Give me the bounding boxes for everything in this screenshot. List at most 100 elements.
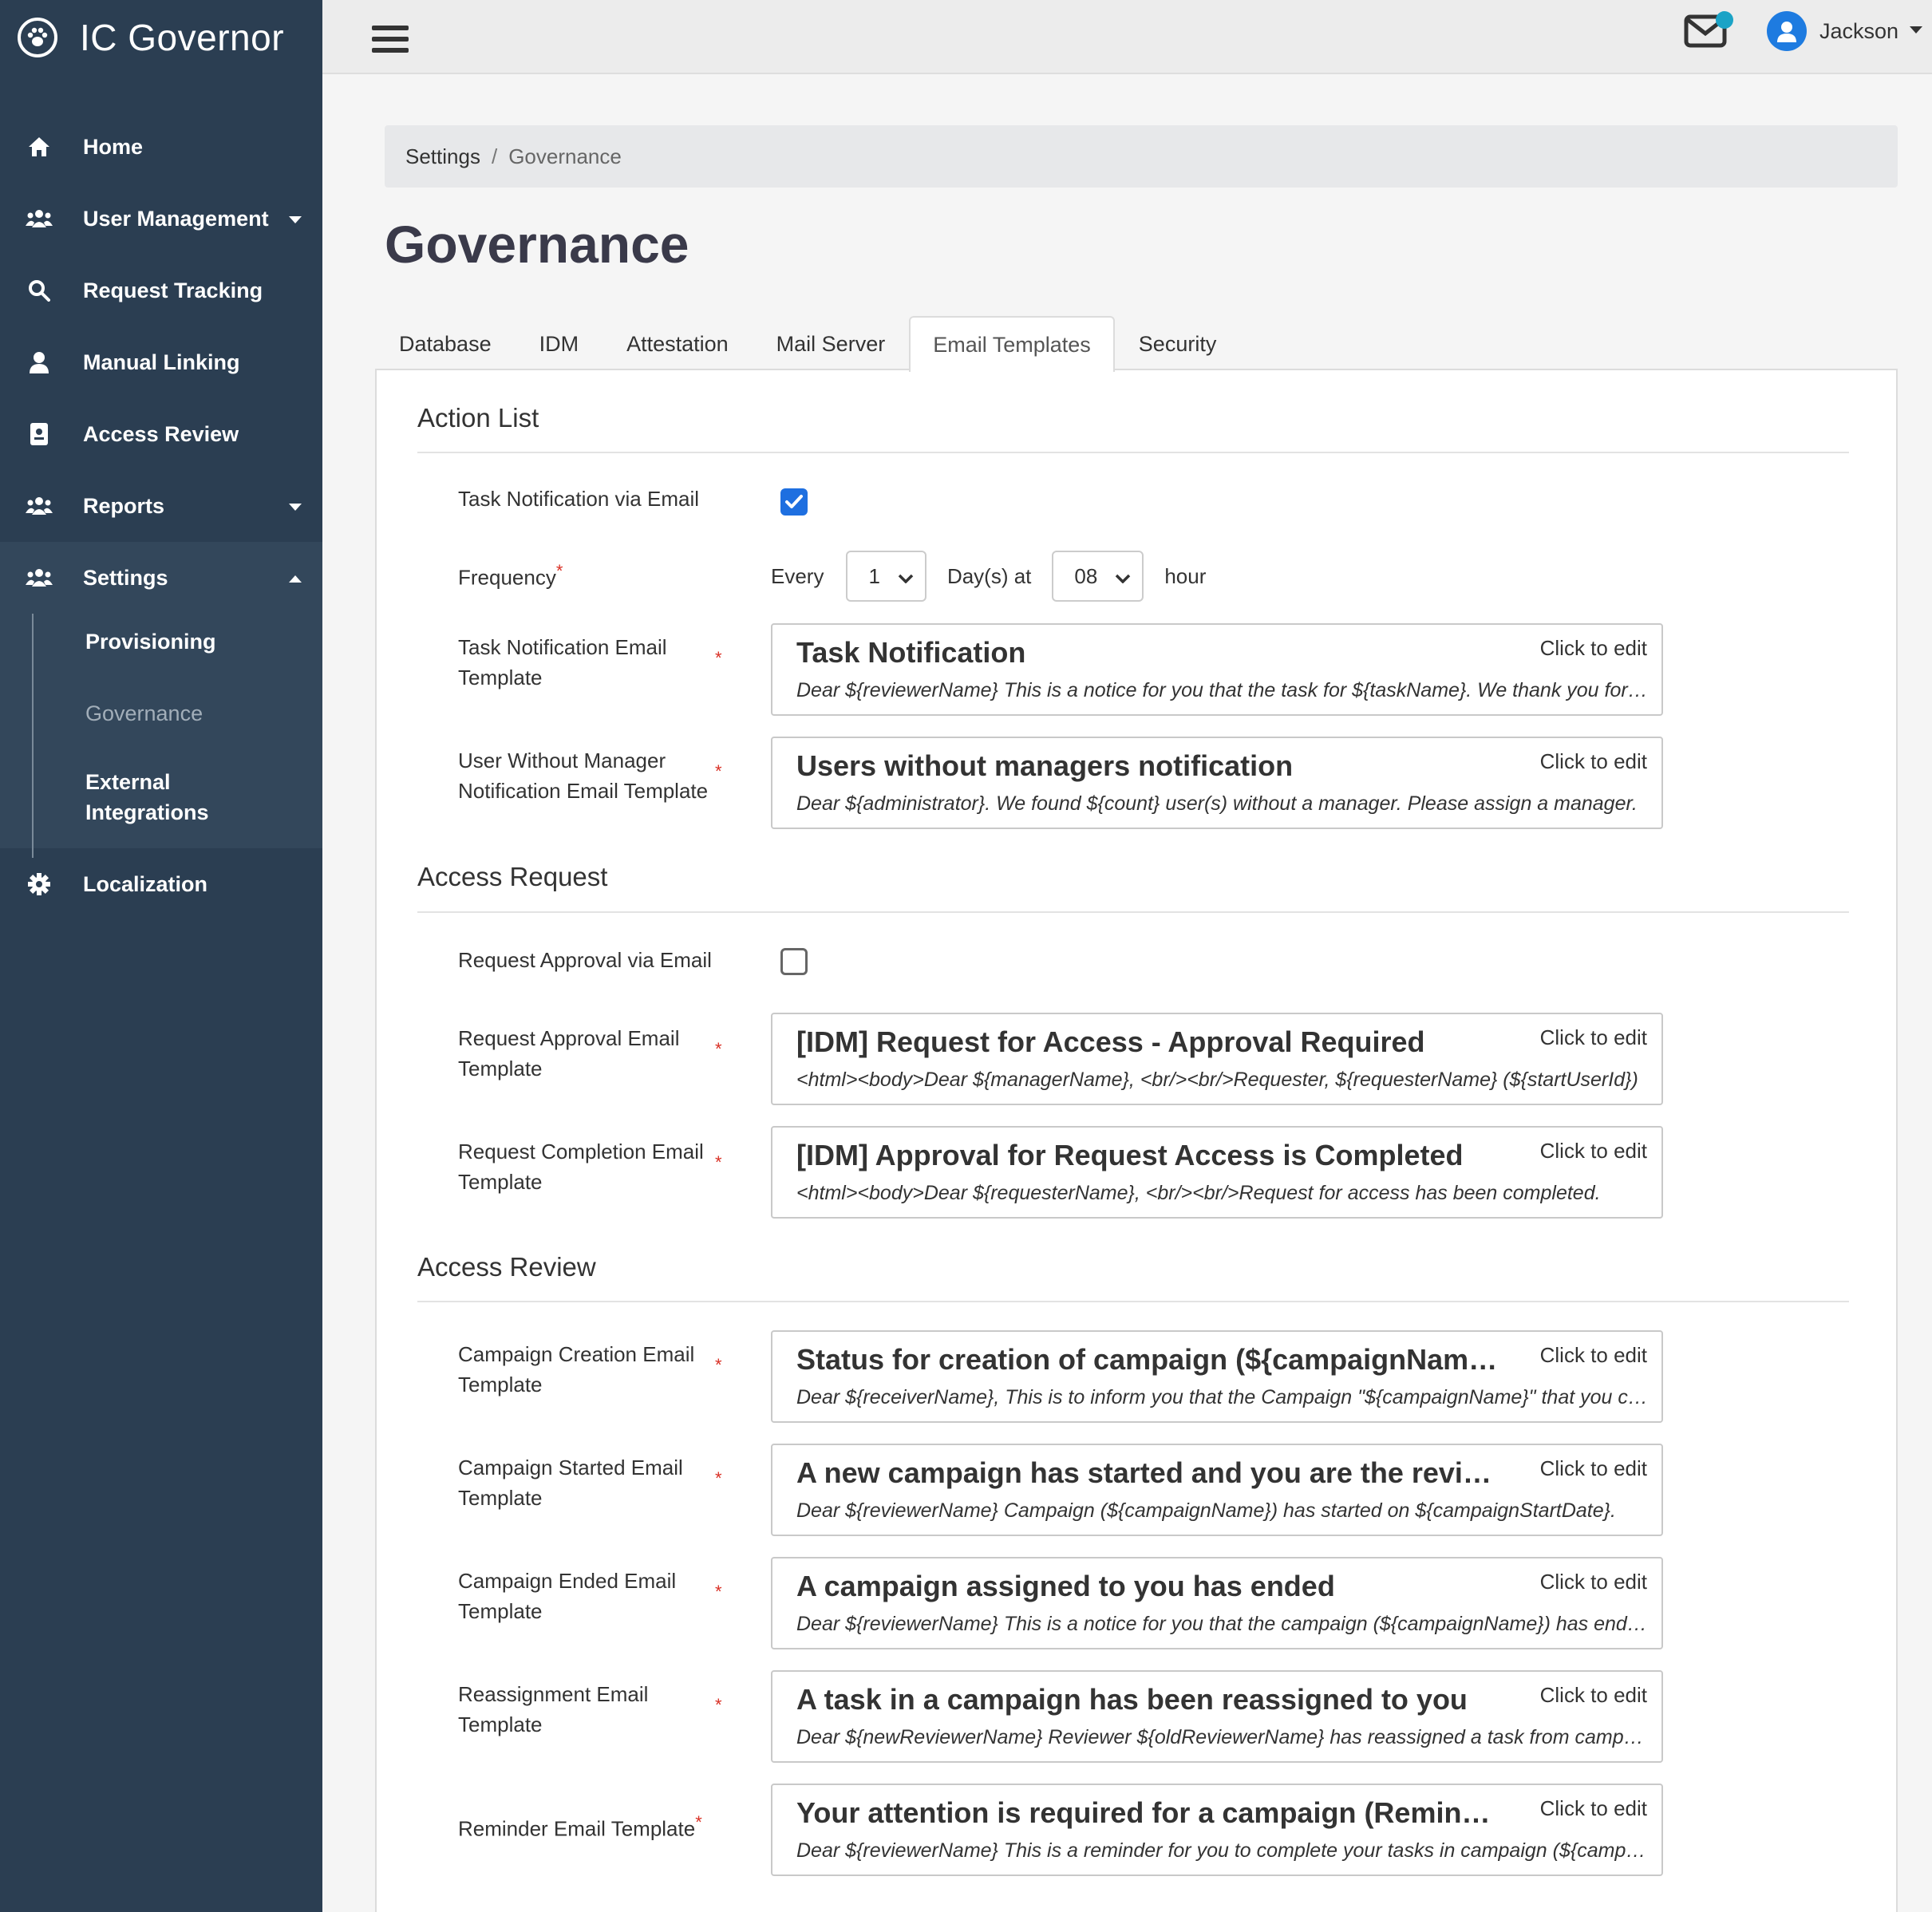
click-to-edit: Click to edit <box>1539 1796 1647 1820</box>
tab-attestation[interactable]: Attestation <box>603 316 753 370</box>
required-marker: * <box>715 1582 722 1602</box>
task-notification-label: Task Notification via Email <box>458 487 699 511</box>
template-subject: Status for creation of campaign (${campa… <box>796 1343 1499 1376</box>
page-title: Governance <box>385 215 689 274</box>
click-to-edit: Click to edit <box>1539 636 1647 660</box>
app-title: IC Governor <box>80 17 285 58</box>
template-label: Reminder Email Template <box>458 1816 696 1841</box>
template-user-without-manager[interactable]: Users without managers notification Clic… <box>771 737 1663 829</box>
template-label: Reassignment Email Template <box>458 1682 649 1736</box>
template-reassignment[interactable]: A task in a campaign has been reassigned… <box>771 1670 1663 1763</box>
frequency-days-select[interactable]: 1 <box>846 551 926 602</box>
template-label: Campaign Ended Email Template <box>458 1569 677 1623</box>
sidebar-item-request-tracking[interactable]: Request Tracking <box>0 255 322 326</box>
template-label: User Without Manager Notification Email … <box>458 749 709 803</box>
frequency-label: Frequency* <box>458 556 721 593</box>
template-task-notification[interactable]: Task Notification Click to edit Dear ${r… <box>771 623 1663 716</box>
checkmark-icon <box>785 495 803 508</box>
template-request-approval[interactable]: [IDM] Request for Access - Approval Requ… <box>771 1013 1663 1105</box>
template-body: <html><body>Dear ${managerName}, <br/><b… <box>796 1069 1638 1091</box>
frequency-days-at-text: Day(s) at <box>946 563 1032 588</box>
sidebar-item-label: Localization <box>83 871 208 896</box>
users-icon <box>26 492 53 519</box>
template-body: Dear ${reviewerName} This is a reminder … <box>796 1839 1650 1862</box>
tab-mail-server[interactable]: Mail Server <box>753 316 910 370</box>
id-badge-icon <box>26 421 53 448</box>
task-notification-checkbox[interactable] <box>780 488 808 516</box>
required-marker: * <box>715 761 722 781</box>
search-icon <box>26 277 53 304</box>
sidebar-subitem-provisioning[interactable]: Provisioning <box>0 614 322 685</box>
required-marker: * <box>715 1468 722 1488</box>
click-to-edit: Click to edit <box>1539 749 1647 773</box>
click-to-edit: Click to edit <box>1539 1343 1647 1367</box>
sidebar-item-reports[interactable]: Reports <box>0 470 322 542</box>
tab-security[interactable]: Security <box>1115 316 1241 370</box>
template-request-completion[interactable]: [IDM] Approval for Request Access is Com… <box>771 1126 1663 1219</box>
frequency-hour-select[interactable]: 08 <box>1052 551 1144 602</box>
sidebar-item-label: Request Tracking <box>83 278 263 302</box>
required-marker: * <box>715 1152 722 1172</box>
template-campaign-creation[interactable]: Status for creation of campaign (${campa… <box>771 1330 1663 1423</box>
sidebar-item-label: Reports <box>83 493 165 518</box>
template-subject: A campaign assigned to you has ended <box>796 1570 1335 1602</box>
frequency-controls: Every 1 Day(s) at 08 hour <box>771 551 1206 602</box>
tab-email-templates[interactable]: Email Templates <box>909 316 1115 372</box>
breadcrumb-current: Governance <box>508 144 622 168</box>
tab-idm[interactable]: IDM <box>516 316 603 370</box>
frequency-hour-value: 08 <box>1074 563 1098 588</box>
template-reminder[interactable]: Your attention is required for a campaig… <box>771 1784 1663 1876</box>
sidebar-item-localization[interactable]: Localization <box>0 848 322 920</box>
breadcrumb-settings-link[interactable]: Settings <box>405 144 480 169</box>
template-body: Dear ${reviewerName} This is a notice fo… <box>796 679 1650 701</box>
template-body: Dear ${newReviewerName} Reviewer ${oldRe… <box>796 1726 1650 1748</box>
caret-down-icon <box>1910 24 1923 38</box>
template-body: Dear ${receiverName}, This is to inform … <box>796 1386 1650 1408</box>
section-title-access-request: Access Request <box>417 862 608 891</box>
template-label: Task Notification Email Template <box>458 635 667 689</box>
tab-database[interactable]: Database <box>375 316 516 370</box>
sidebar-subitem-external-integrations[interactable]: External Integrations <box>0 757 209 828</box>
breadcrumb: Settings / Governance <box>385 125 1898 188</box>
sidebar-item-home[interactable]: Home <box>0 111 322 183</box>
tab-bar: Database IDM Attestation Mail Server Ema… <box>375 316 1241 372</box>
gear-icon <box>26 871 53 898</box>
template-label-reminder: Reminder Email Template* <box>458 1807 745 1844</box>
sidebar-item-label: Manual Linking <box>83 350 240 374</box>
sidebar-subitem-governance[interactable]: Governance <box>0 685 322 757</box>
hamburger-menu-icon[interactable] <box>372 26 409 59</box>
sidebar-item-manual-linking[interactable]: Manual Linking <box>0 326 322 398</box>
sidebar-item-label: Access Review <box>83 421 239 446</box>
section-divider <box>417 911 1849 913</box>
caret-down-icon <box>289 501 302 516</box>
template-campaign-ended[interactable]: A campaign assigned to you has ended Cli… <box>771 1557 1663 1649</box>
avatar-icon <box>1767 11 1807 51</box>
required-marker: * <box>715 1355 722 1375</box>
user-menu[interactable]: Jackson <box>1767 11 1923 51</box>
sidebar-item-access-review[interactable]: Access Review <box>0 398 322 470</box>
brand[interactable]: IC Governor <box>0 0 322 75</box>
notification-dot <box>1716 11 1733 29</box>
click-to-edit: Click to edit <box>1539 1456 1647 1480</box>
click-to-edit: Click to edit <box>1539 1139 1647 1163</box>
click-to-edit: Click to edit <box>1539 1025 1647 1049</box>
section-divider <box>417 452 1849 453</box>
template-label: Campaign Started Email Template <box>458 1456 683 1510</box>
sidebar-item-label: Home <box>83 134 144 159</box>
template-label: Campaign Creation Email Template <box>458 1342 695 1396</box>
template-subject: [IDM] Request for Access - Approval Requ… <box>796 1025 1425 1058</box>
template-body: <html><body>Dear ${requesterName}, <br/>… <box>796 1182 1601 1204</box>
sidebar-item-user-management[interactable]: User Management <box>0 183 322 255</box>
template-body: Dear ${reviewerName} Campaign (${campaig… <box>796 1499 1616 1522</box>
sidebar-item-label: Settings <box>83 565 168 590</box>
template-subject: A new campaign has started and you are t… <box>796 1456 1499 1489</box>
sidebar-item-settings[interactable]: Settings <box>0 542 322 614</box>
home-icon <box>26 133 53 160</box>
chevron-down-icon <box>898 564 914 589</box>
request-approval-checkbox[interactable] <box>780 948 808 975</box>
user-icon <box>26 349 53 376</box>
sidebar-nav: Home User Management Request Tracking Ma… <box>0 111 322 920</box>
users-icon <box>26 564 53 591</box>
breadcrumb-separator: / <box>491 144 498 168</box>
template-campaign-started[interactable]: A new campaign has started and you are t… <box>771 1444 1663 1536</box>
